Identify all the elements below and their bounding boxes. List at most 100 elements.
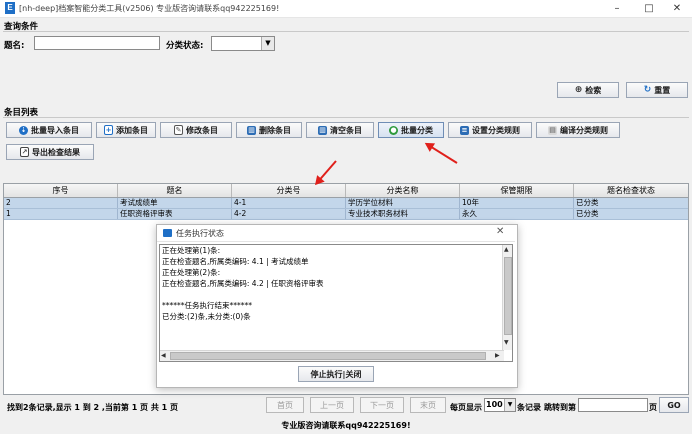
- column-header[interactable]: 分类号: [232, 184, 346, 197]
- dialog-title-bar: 任务执行状态 ✕: [157, 225, 515, 242]
- column-header[interactable]: 题名检查状态: [574, 184, 688, 197]
- trash-icon: ▥: [318, 125, 327, 135]
- dialog-app-icon: [163, 229, 172, 237]
- divider: [3, 117, 689, 118]
- column-header[interactable]: 题名: [118, 184, 232, 197]
- export-check-button[interactable]: ↗ 导出检查结果: [6, 144, 94, 160]
- search-button-label: 检索: [585, 85, 602, 95]
- dialog-title: 任务执行状态: [176, 229, 224, 238]
- log-line: 已分类:(2)条,未分类:(0)条: [162, 312, 251, 321]
- chevron-down-icon: ▼: [261, 37, 274, 50]
- classify-icon: ●: [389, 125, 398, 135]
- table-cell: 10年: [460, 198, 574, 208]
- per-page-suffix: 条记录: [517, 403, 541, 412]
- scroll-up-icon[interactable]: ▲: [504, 246, 509, 253]
- maximize-button[interactable]: □: [634, 0, 664, 17]
- scroll-thumb[interactable]: [170, 352, 486, 360]
- jump-page-input[interactable]: [578, 398, 648, 412]
- stop-close-button[interactable]: 停止执行|关闭: [298, 366, 374, 382]
- scroll-down-icon[interactable]: ▼: [504, 339, 509, 346]
- bulk-import-button[interactable]: ⇣ 批量导入条目: [6, 122, 92, 138]
- annotation-arrow: [425, 143, 458, 164]
- table-cell: 已分类: [576, 198, 599, 207]
- per-page-select[interactable]: 100 ▼: [484, 398, 516, 412]
- column-header[interactable]: 序号: [4, 184, 118, 197]
- log-line: 正在处理第(2)条:: [162, 268, 221, 277]
- log-line: ******任务执行结束******: [162, 301, 252, 310]
- status-select[interactable]: ▼: [211, 36, 275, 51]
- set-rules-label: 设置分类规则: [472, 125, 520, 135]
- window-title: [nh-deep]档案智能分类工具(v2506) 专业版咨询请联系qq94222…: [19, 4, 280, 13]
- horizontal-scrollbar[interactable]: ◀ ▶: [160, 350, 504, 361]
- go-label: GO: [667, 400, 681, 410]
- table-cell: 考试成绩单: [118, 198, 232, 208]
- table-header: 序号 题名 分类号 分类名称 保管期限 题名检查状态: [4, 184, 688, 198]
- divider: [3, 31, 689, 32]
- table-cell: 任职资格评审表: [118, 209, 232, 219]
- scroll-thumb[interactable]: [504, 257, 512, 335]
- column-header[interactable]: 分类名称: [346, 184, 460, 197]
- edit-label: 修改条目: [186, 125, 218, 135]
- prev-page-button[interactable]: 上一页: [310, 397, 354, 413]
- export-check-label: 导出检查结果: [32, 147, 80, 157]
- log-line: 正在处理第(1)条:: [162, 246, 221, 255]
- edit-button[interactable]: ✎ 修改条目: [160, 122, 232, 138]
- compile-icon: ▤: [548, 125, 557, 135]
- table-cell: 专业技术职务材料: [346, 209, 460, 219]
- log-line: 正在检查题名,所属类编码: 4.2 | 任职资格评审表: [162, 279, 324, 288]
- task-status-dialog: 任务执行状态 ✕ 正在处理第(1)条: 正在检查题名,所属类编码: 4.1 | …: [156, 224, 518, 388]
- close-icon[interactable]: ✕: [496, 226, 504, 237]
- table-cell: 1: [4, 209, 118, 219]
- per-page-value: 100: [486, 400, 503, 409]
- table-cell: 已分类: [576, 209, 599, 218]
- log-line: 正在检查题名,所属类编码: 4.1 | 考试成绩单: [162, 257, 309, 266]
- search-button[interactable]: ⊕ 检索: [557, 82, 619, 98]
- table-row[interactable]: 1 任职资格评审表 4-2 专业技术职务材料 永久 已分类: [4, 209, 688, 220]
- bulk-classify-button[interactable]: ● 批量分类: [378, 122, 444, 138]
- delete-button[interactable]: ▥ 删除条目: [236, 122, 302, 138]
- refresh-icon: ↻: [643, 85, 652, 95]
- table-cell: 4-1: [232, 198, 346, 208]
- next-page-button[interactable]: 下一页: [360, 397, 404, 413]
- scroll-left-icon[interactable]: ◀: [161, 351, 166, 360]
- close-button[interactable]: ✕: [662, 0, 692, 17]
- compile-rules-button[interactable]: ▤ 编译分类规则: [536, 122, 620, 138]
- scroll-right-icon[interactable]: ▶: [495, 351, 500, 360]
- jump-label: 跳转到第: [544, 403, 576, 412]
- add-document-icon: +: [104, 125, 113, 135]
- clear-label: 清空条目: [330, 125, 362, 135]
- footer-text: 专业版咨询请联系qq942225169!: [281, 421, 411, 430]
- title-label: 题名:: [4, 41, 25, 51]
- search-icon: ⊕: [574, 85, 583, 95]
- vertical-scrollbar[interactable]: ▲ ▼: [502, 245, 512, 350]
- reset-button-label: 重置: [654, 85, 671, 95]
- trash-icon: ▥: [247, 125, 256, 135]
- add-button[interactable]: + 添加条目: [96, 122, 156, 138]
- last-page-button[interactable]: 末页: [410, 397, 446, 413]
- page-suffix: 页: [649, 403, 657, 412]
- log-textarea[interactable]: 正在处理第(1)条: 正在检查题名,所属类编码: 4.1 | 考试成绩单 正在处…: [159, 244, 513, 362]
- table-cell: 学历学位材料: [346, 198, 460, 208]
- clear-button[interactable]: ▥ 清空条目: [306, 122, 374, 138]
- reset-button[interactable]: ↻ 重置: [626, 82, 688, 98]
- per-page-label: 每页显示: [450, 403, 482, 412]
- table-cell: 永久: [460, 209, 574, 219]
- stop-close-label: 停止执行|关闭: [310, 369, 362, 379]
- column-header[interactable]: 保管期限: [460, 184, 574, 197]
- go-button[interactable]: GO: [659, 397, 689, 413]
- chevron-down-icon: ▼: [504, 399, 515, 411]
- title-bar: E [nh-deep]档案智能分类工具(v2506) 专业版咨询请联系qq942…: [0, 0, 692, 18]
- rules-icon: ≡: [460, 125, 469, 135]
- set-rules-button[interactable]: ≡ 设置分类规则: [448, 122, 532, 138]
- bulk-import-label: 批量导入条目: [31, 125, 79, 135]
- first-page-button[interactable]: 首页: [266, 397, 304, 413]
- import-icon: ⇣: [19, 125, 28, 135]
- export-icon: ↗: [20, 147, 29, 157]
- pager-summary: 找到2条记录,显示 1 到 2 ,当前第 1 页 共 1 页: [7, 403, 178, 412]
- title-input[interactable]: [34, 36, 160, 50]
- compile-rules-label: 编译分类规则: [560, 125, 608, 135]
- delete-label: 删除条目: [259, 125, 291, 135]
- minimize-button[interactable]: –: [602, 0, 632, 17]
- table-row[interactable]: 2 考试成绩单 4-1 学历学位材料 10年 已分类: [4, 198, 688, 209]
